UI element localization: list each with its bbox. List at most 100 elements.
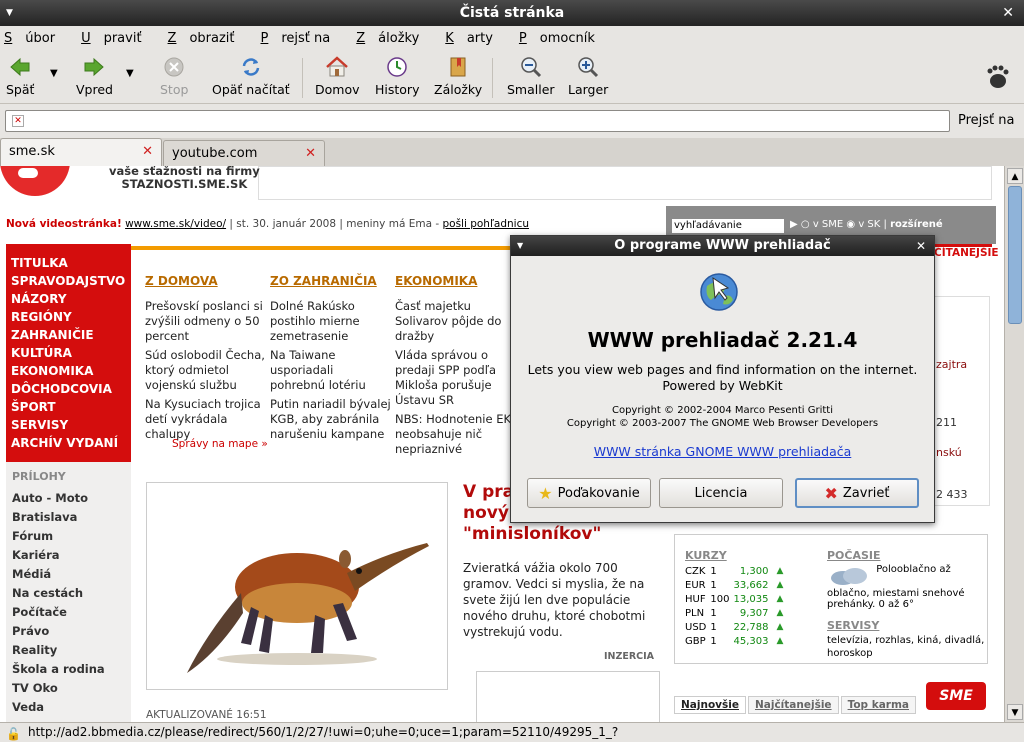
supplement-item[interactable]: TV Oko (12, 679, 131, 698)
news-link[interactable]: NBS: Hodnotenie EK neobsahuje nič nepria… (395, 412, 517, 457)
advertising-box[interactable] (476, 671, 660, 722)
tab-close-icon[interactable]: ✕ (142, 144, 153, 159)
arrow-up-icon: ▲ (776, 580, 784, 590)
home-button[interactable]: Domov (315, 54, 360, 97)
tab-sme[interactable]: sme.sk ✕ (0, 138, 162, 166)
news-link[interactable]: Na Kysuciach trojica detí vykrádala chal… (145, 397, 267, 442)
vertical-scrollbar[interactable]: ▲ ▼ (1004, 166, 1024, 722)
menu-go[interactable]: Prejsť na (261, 31, 344, 46)
nav-item[interactable]: TITULKA (11, 254, 131, 272)
updated-time: AKTUALIZOVANÉ 16:51 (146, 709, 267, 721)
scroll-up-icon[interactable]: ▲ (1007, 168, 1023, 184)
nav-item[interactable]: REGIÓNY (11, 308, 131, 326)
rate-row: EUR 1 33,662 ▲ (685, 578, 787, 592)
stop-button[interactable]: Stop (160, 54, 188, 97)
back-history-dropdown[interactable]: ▼ (50, 68, 58, 79)
back-button[interactable]: Späť (6, 54, 34, 97)
website-link[interactable]: WWW stránka GNOME WWW prehliadača (511, 444, 934, 459)
news-link[interactable]: Putin nariadil bývalej KGB, aby zabránil… (270, 397, 392, 442)
nav-item[interactable]: ZAHRANIČIE (11, 326, 131, 344)
app-name-version: WWW prehliadač 2.21.4 (587, 328, 858, 352)
blog-tab-most-read[interactable]: Najčítanejšie (747, 696, 839, 714)
forward-button[interactable]: Vpred (76, 54, 113, 97)
arrow-up-icon: ▲ (776, 594, 784, 604)
nav-item[interactable]: EKONOMIKA (11, 362, 131, 380)
sme-logo[interactable] (0, 166, 70, 196)
bookmarks-button[interactable]: Záložky (434, 54, 482, 97)
license-button[interactable]: Licencia (659, 478, 783, 508)
security-lock-icon[interactable]: 🔓 (6, 725, 21, 742)
advanced-search-link[interactable]: rozšírené (890, 219, 943, 230)
supplement-item[interactable]: Veda (12, 698, 131, 717)
supplement-item[interactable]: Médiá (12, 565, 131, 584)
window-menu-icon[interactable]: ▼ (6, 0, 13, 26)
close-button[interactable]: ✖ Zavrieť (795, 478, 919, 508)
video-link[interactable]: www.sme.sk/video/ (125, 218, 226, 230)
site-search-input[interactable]: vyhľadávanie (672, 219, 784, 233)
radio-sme[interactable]: ○ (801, 219, 810, 230)
blog-tab-newest[interactable]: Najnovšie (674, 696, 746, 714)
news-link[interactable]: Súd oslobodil Čecha, ktorý odmietol voje… (145, 348, 267, 393)
supplement-item[interactable]: Právo (12, 622, 131, 641)
news-link[interactable]: Prešovskí poslanci si zvýšili odmeny o 5… (145, 299, 267, 344)
menu-view[interactable]: Zobraziť (168, 31, 248, 46)
supplement-item[interactable]: Na cestách (12, 584, 131, 603)
nav-item[interactable]: KULTÚRA (11, 344, 131, 362)
radio-sk[interactable]: ◉ (846, 219, 855, 230)
nav-item[interactable]: ŠPORT (11, 398, 131, 416)
browser-globe-icon (697, 270, 741, 314)
menu-bookmarks[interactable]: Záložky (356, 31, 432, 46)
most-read-header[interactable]: ČÍTANEJŠIE (932, 244, 999, 266)
history-button[interactable]: History (375, 54, 419, 97)
menu-edit[interactable]: Upraviť (81, 31, 154, 46)
article-image[interactable] (146, 482, 448, 690)
address-input[interactable]: ✕ (5, 110, 950, 132)
nav-item[interactable]: DÔCHODCOVIA (11, 380, 131, 398)
supplement-item[interactable]: Počítače (12, 603, 131, 622)
nav-item[interactable]: ARCHÍV VYDANÍ (11, 434, 131, 452)
supplement-item[interactable]: Škola a rodina (12, 660, 131, 679)
nav-item[interactable]: SPRAVODAJSTVO (11, 272, 131, 290)
scroll-down-icon[interactable]: ▼ (1007, 704, 1023, 720)
info-widgets: KURZY CZK 1 1,300 ▲ EUR 1 33,662 ▲ HUF 100 13,03… (674, 534, 988, 664)
advertising-label: INZERCIA (604, 651, 655, 662)
forward-history-dropdown[interactable]: ▼ (126, 68, 134, 79)
supplement-item[interactable]: Auto - Moto (12, 489, 131, 508)
tab-youtube[interactable]: youtube.com ✕ (163, 140, 325, 166)
news-column-domov: Z DOMOVA Prešovskí poslanci si zvýšili o… (145, 274, 267, 446)
nav-item[interactable]: NÁZORY (11, 290, 131, 308)
credits-button[interactable]: ★ Poďakovanie (527, 478, 651, 508)
app-description: Lets you view web pages and find informa… (527, 362, 918, 393)
stop-icon (161, 54, 187, 80)
news-link[interactable]: Dolné Rakúsko postihlo mierne zemetrasen… (270, 299, 392, 344)
news-map-link[interactable]: Správy na mape » (172, 438, 268, 450)
tab-close-icon[interactable]: ✕ (305, 146, 316, 161)
supplement-item[interactable]: Reality (12, 641, 131, 660)
dialog-menu-icon[interactable]: ▼ (517, 236, 523, 256)
news-link[interactable]: Vláda správou o predaji SPP podľa Mikloš… (395, 348, 517, 408)
go-button[interactable]: Prejsť na (958, 113, 1015, 128)
reload-button[interactable]: Opäť načítať (212, 54, 290, 97)
supplement-item[interactable]: Kariéra (12, 546, 131, 565)
zoom-out-button[interactable]: Smaller (507, 54, 555, 97)
menu-file[interactable]: Súbor (4, 31, 68, 46)
send-card-link[interactable]: pošli pohľadnicu (442, 218, 529, 230)
scrollbar-thumb[interactable] (1008, 186, 1022, 324)
news-link[interactable]: Na Taiwane usporiadali pohrebnú lotériu (270, 348, 392, 393)
nav-item[interactable]: SERVISY (11, 416, 131, 434)
zoom-in-button[interactable]: Larger (568, 54, 608, 97)
supplement-item[interactable]: Fórum (12, 527, 131, 546)
news-link[interactable]: Časť majetku Solivarov pôjde do dražby (395, 299, 517, 344)
blog-tab-top-karma[interactable]: Top karma (840, 696, 916, 714)
supplement-item[interactable]: Bratislava (12, 508, 131, 527)
window-close-icon[interactable]: ✕ (1002, 0, 1014, 26)
menu-help[interactable]: Pomocník (519, 31, 608, 46)
menu-tabs[interactable]: Karty (445, 31, 506, 46)
location-bar: ✕ Prejsť na (0, 104, 1024, 138)
arrow-up-icon: ▲ (776, 636, 784, 646)
arrow-up-icon: ▲ (776, 608, 784, 618)
search-go-icon[interactable]: ▶ (790, 219, 798, 230)
dialog-close-icon[interactable]: ✕ (916, 236, 926, 256)
sme-blog-logo[interactable]: SME blog (926, 682, 986, 722)
ad-banner[interactable]: vaše sťažnosti na firmy STAZNOSTI.SME.SK (109, 166, 992, 200)
